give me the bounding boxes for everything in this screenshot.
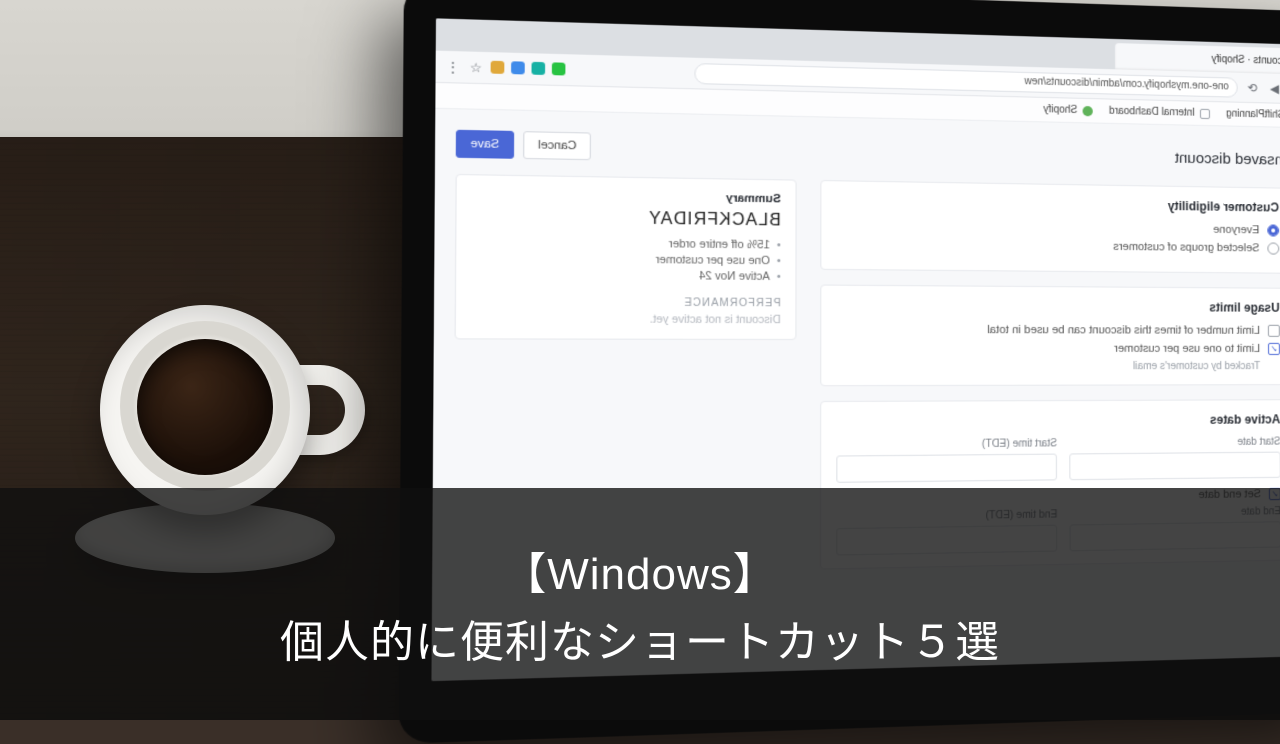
page-title: Unsaved discount: [1175, 149, 1280, 168]
start-time-label: Start time (EDT): [837, 438, 1057, 451]
title-overlay: 【Windows】 個人的に便利なショートカット５選: [0, 488, 1280, 720]
summary-code: BLACKFRIDAY: [473, 208, 781, 231]
overlay-line-2: 個人的に便利なショートカット５選: [280, 606, 1000, 670]
overlay-line-1: 【Windows】: [502, 538, 778, 602]
ext-icon[interactable]: [532, 61, 546, 74]
start-date-label: Start date: [1069, 436, 1280, 449]
summary-heading: Summary: [473, 188, 781, 205]
extension-icons: ☆ ⋮: [445, 59, 566, 77]
save-button[interactable]: Save: [456, 130, 515, 159]
bookmark-icon: [1200, 108, 1210, 118]
usage-heading: Usage limits: [837, 298, 1280, 315]
ext-icon[interactable]: [511, 61, 525, 74]
radio-everyone[interactable]: Everyone: [837, 219, 1279, 237]
check-one-per-customer[interactable]: Limit to one use per customer: [837, 342, 1280, 355]
summary-bullet: Active Nov 24: [472, 268, 781, 283]
shopify-icon: [1083, 105, 1093, 115]
usage-note: Tracked by customer's email: [837, 361, 1260, 373]
check-total[interactable]: Limit number of times this discount can …: [837, 323, 1280, 337]
url-text: one-one.myshopify.com/admin/discounts/ne…: [1024, 76, 1229, 92]
summary-panel: Summary BLACKFRIDAY 15% off entire order…: [455, 174, 797, 340]
star-icon[interactable]: ☆: [468, 60, 484, 75]
checkbox-icon: [1268, 325, 1280, 337]
usage-panel: Usage limits Limit number of times this …: [821, 285, 1280, 387]
summary-bullet: 15% off entire order: [472, 236, 780, 252]
radio-groups[interactable]: Selected groups of customers: [837, 238, 1279, 255]
radio-icon: [1267, 224, 1279, 236]
dates-heading: Active dates: [837, 412, 1280, 429]
summary-bullet: One use per customer: [472, 252, 780, 268]
cancel-button[interactable]: Cancel: [523, 131, 591, 160]
bookmark-item[interactable]: ShiftPlanning: [1226, 108, 1280, 121]
tab-title: Discounts · Shopify: [1211, 53, 1280, 66]
radio-icon: [1267, 242, 1279, 254]
bookmark-label: Internal Dashboard: [1109, 106, 1195, 119]
eligibility-panel: Customer eligibility Everyone Selected g…: [821, 180, 1280, 274]
bookmark-label: Shopify: [1043, 104, 1077, 116]
nav-forward-icon[interactable]: ▶: [1267, 81, 1280, 95]
ext-icon[interactable]: [552, 62, 566, 75]
performance-heading: PERFORMANCE: [472, 296, 781, 309]
start-time-field[interactable]: [837, 454, 1057, 483]
bookmark-item[interactable]: Internal Dashboard: [1109, 106, 1210, 119]
menu-icon[interactable]: ⋮: [445, 59, 461, 74]
checkbox-icon: [1268, 343, 1280, 355]
nav-reload-icon[interactable]: ⟳: [1246, 80, 1260, 94]
browser-tab[interactable]: Discounts · Shopify: [1115, 43, 1280, 75]
performance-note: Discount is not active yet.: [472, 312, 781, 326]
eligibility-heading: Customer eligibility: [837, 194, 1279, 215]
bookmark-label: ShiftPlanning: [1226, 108, 1280, 120]
bookmark-item[interactable]: Shopify: [1043, 104, 1093, 116]
ext-icon[interactable]: [491, 60, 505, 73]
start-date-field[interactable]: [1069, 452, 1280, 481]
